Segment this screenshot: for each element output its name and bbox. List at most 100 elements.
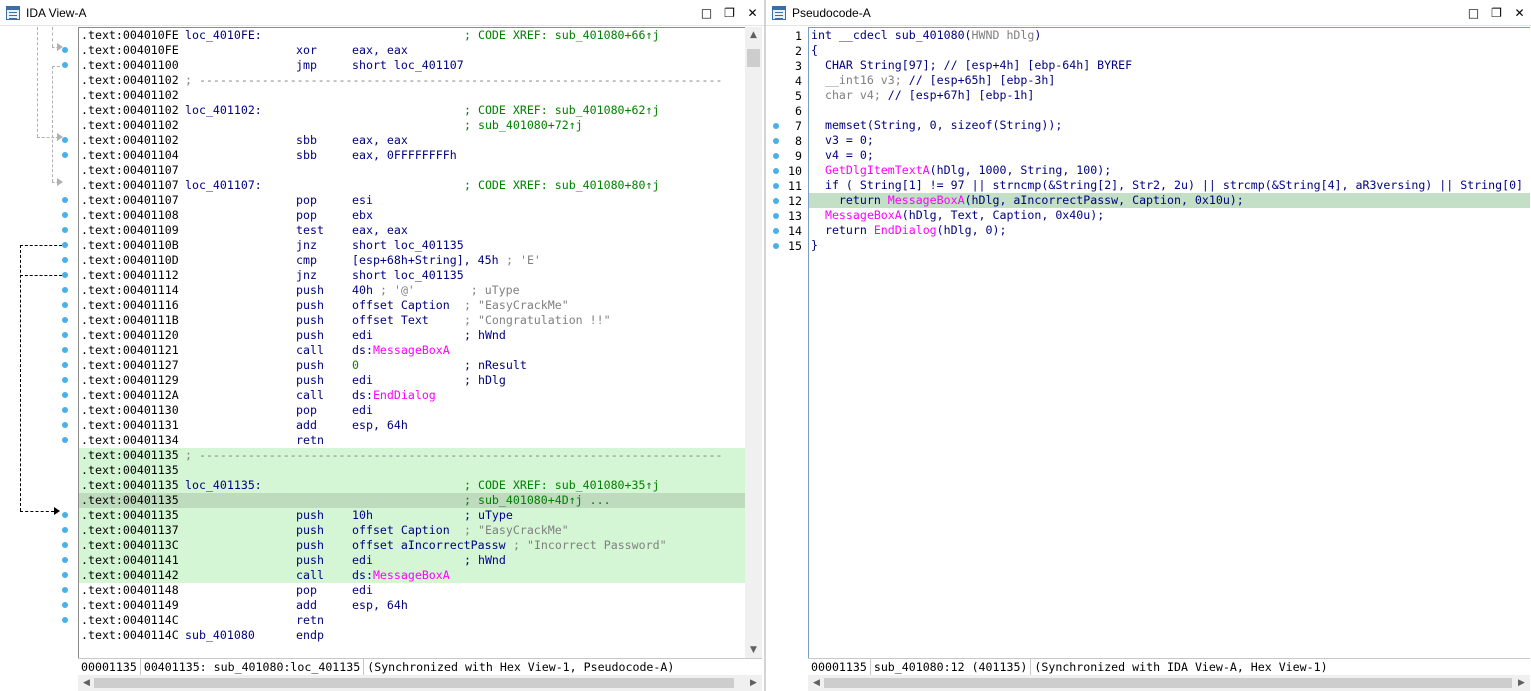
disasm-line[interactable]: .text:00401141 push edi ; hWnd [79,553,745,568]
breakpoint-dot-icon[interactable] [62,152,68,158]
pseudocode-line[interactable]: __int16 v3; // [esp+65h] [ebp-3h] [809,73,1530,88]
breakpoint-dot-icon[interactable] [62,47,68,53]
breakpoint-dot-icon[interactable] [62,542,68,548]
disasm-line[interactable]: .text:00401102 loc_401102: ; CODE XREF: su… [79,103,745,118]
ida-view-scroll-thumb[interactable] [747,49,760,67]
disasm-line[interactable]: .text:00401102 ; sub_401080+72↑j [79,118,745,133]
breakpoint-dot-icon[interactable] [62,212,68,218]
minimize-icon[interactable]: □ [1462,2,1485,24]
ida-view-horizontal-scrollbar[interactable]: ◀ ▶ [78,675,762,691]
disasm-import-name[interactable]: EndDialog [373,388,436,402]
breakpoint-dot-icon[interactable] [62,137,68,143]
breakpoint-dot-icon[interactable] [773,123,779,129]
scroll-right-icon[interactable]: ▶ [745,675,762,691]
pseudocode-line[interactable]: return MessageBoxA(hDlg, aIncorrectPassw… [809,193,1530,208]
disasm-operand[interactable]: short loc_401135 [352,238,464,253]
breakpoint-dot-icon[interactable] [62,317,68,323]
disasm-operand[interactable]: ds:MessageBoxA [352,343,450,358]
disasm-operand[interactable]: eax, eax [352,223,408,238]
disasm-line[interactable]: .text:00401130 pop edi [79,403,745,418]
disasm-line[interactable]: .text:00401135 [79,463,745,478]
disasm-import-name[interactable]: MessageBoxA [373,568,450,582]
ida-view-hscroll-thumb[interactable] [94,678,734,688]
pseudocode-line[interactable]: return EndDialog(hDlg, 0); [809,223,1530,238]
pseudocode-line[interactable]: char v4; // [esp+67h] [ebp-1h] [809,88,1530,103]
disasm-line[interactable]: .text:00401135 loc_401135: ; CODE XREF: su… [79,478,745,493]
disasm-line[interactable]: .text:0040112A call ds:EndDialog [79,388,745,403]
pseudocode-listing[interactable]: int __cdecl sub_401080(HWND hDlg){ CHAR … [808,27,1530,659]
pseudocode-hscroll-thumb[interactable] [824,678,1512,688]
pseudocode-line[interactable] [809,103,1530,118]
disasm-import-name[interactable]: MessageBoxA [373,343,450,357]
disasm-line[interactable]: .text:00401131 add esp, 64h [79,418,745,433]
breakpoint-dot-icon[interactable] [62,437,68,443]
breakpoint-dot-icon[interactable] [773,168,779,174]
disasm-line[interactable]: .text:00401116 push offset Caption ; "EasyC… [79,298,745,313]
breakpoint-dot-icon[interactable] [62,602,68,608]
ida-view-titlebar[interactable]: IDA View-A □ ❐ ✕ [0,0,764,26]
breakpoint-dot-icon[interactable] [62,197,68,203]
disasm-operand[interactable]: edi [352,553,373,568]
close-icon[interactable]: ✕ [1508,2,1531,24]
pseudocode-line[interactable]: { [809,43,1530,58]
disasm-line[interactable]: .text:00401127 push 0 ; nResult [79,358,745,373]
disasm-line[interactable]: .text:00401107 [79,163,745,178]
disasm-operand[interactable]: short loc_401107 [352,58,464,73]
disasm-line[interactable]: .text:004010FE xor eax, eax [79,43,745,58]
disasm-line[interactable]: .text:00401104 sbb eax, 0FFFFFFFFh [79,148,745,163]
breakpoint-dot-icon[interactable] [62,257,68,263]
disasm-operand[interactable]: eax, eax [352,133,408,148]
pseudocode-line[interactable]: GetDlgItemTextA(hDlg, 1000, String, 100)… [809,163,1530,178]
disasm-operand[interactable]: esi [352,193,373,208]
breakpoint-dot-icon[interactable] [773,153,779,159]
breakpoint-dot-icon[interactable] [62,527,68,533]
disasm-operand[interactable]: eax, 0FFFFFFFFh [352,148,457,163]
breakpoint-dot-icon[interactable] [773,138,779,144]
breakpoint-dot-icon[interactable] [62,392,68,398]
disasm-label[interactable]: loc_401135: [185,478,262,493]
disasm-line[interactable]: .text:0040113C push offset aIncorrectPassw… [79,538,745,553]
disasm-line[interactable]: .text:00401135 push 10h ; uType [79,508,745,523]
scroll-right-icon[interactable]: ▶ [1513,675,1530,691]
disasm-line[interactable]: .text:00401149 add esp, 64h [79,598,745,613]
disasm-line[interactable]: .text:00401102 ; ------------------------… [79,73,745,88]
disasm-label[interactable]: loc_4010FE: [185,28,262,43]
minimize-icon[interactable]: □ [695,2,718,24]
disasm-operand[interactable]: offset Caption [352,523,450,538]
scroll-left-icon[interactable]: ◀ [78,675,95,691]
breakpoint-dot-icon[interactable] [62,347,68,353]
disasm-operand[interactable]: edi [352,403,373,418]
disassembly-listing[interactable]: .text:004010FE loc_4010FE: ; CODE XREF: su… [78,27,745,659]
breakpoint-dot-icon[interactable] [62,407,68,413]
disasm-line[interactable]: .text:0040110D cmp [esp+68h+String], 45h ; … [79,253,745,268]
pseudocode-line[interactable]: if ( String[1] != 97 || strncmp(&String[… [809,178,1530,193]
restore-icon[interactable]: ❐ [718,2,741,24]
breakpoint-dot-icon[interactable] [62,362,68,368]
disasm-line[interactable]: .text:0040114C retn [79,613,745,628]
breakpoint-dot-icon[interactable] [62,242,68,248]
breakpoint-dot-icon[interactable] [62,272,68,278]
disasm-line[interactable]: .text:00401102 [79,88,745,103]
disasm-line[interactable]: .text:0040114C sub_401080 endp [79,628,745,643]
disasm-operand[interactable]: ds:MessageBoxA [352,568,450,583]
disasm-line[interactable]: .text:00401100 jmp short loc_401107 [79,58,745,73]
breakpoint-dot-icon[interactable] [62,287,68,293]
scroll-up-icon[interactable]: ▲ [745,27,762,44]
breakpoint-dot-icon[interactable] [773,198,779,204]
breakpoint-dot-icon[interactable] [773,213,779,219]
disasm-line[interactable]: .text:00401121 call ds:MessageBoxA [79,343,745,358]
disasm-line[interactable]: .text:00401129 push edi ; hDlg [79,373,745,388]
pseudocode-line[interactable]: v3 = 0; [809,133,1530,148]
disasm-operand[interactable]: esp, 64h [352,418,408,433]
disasm-line[interactable]: .text:00401107 pop esi [79,193,745,208]
breakpoint-dot-icon[interactable] [62,557,68,563]
breakpoint-dot-icon[interactable] [62,302,68,308]
breakpoint-dot-icon[interactable] [62,572,68,578]
disasm-operand[interactable]: edi [352,373,373,388]
disasm-line[interactable]: .text:004010FE loc_4010FE: ; CODE XREF: su… [79,28,745,43]
pseudocode-line[interactable]: v4 = 0; [809,148,1530,163]
disasm-line[interactable]: .text:00401120 push edi ; hWnd [79,328,745,343]
close-icon[interactable]: ✕ [741,2,764,24]
pseudocode-line[interactable]: CHAR String[97]; // [esp+4h] [ebp-64h] B… [809,58,1530,73]
breakpoint-dot-icon[interactable] [62,422,68,428]
